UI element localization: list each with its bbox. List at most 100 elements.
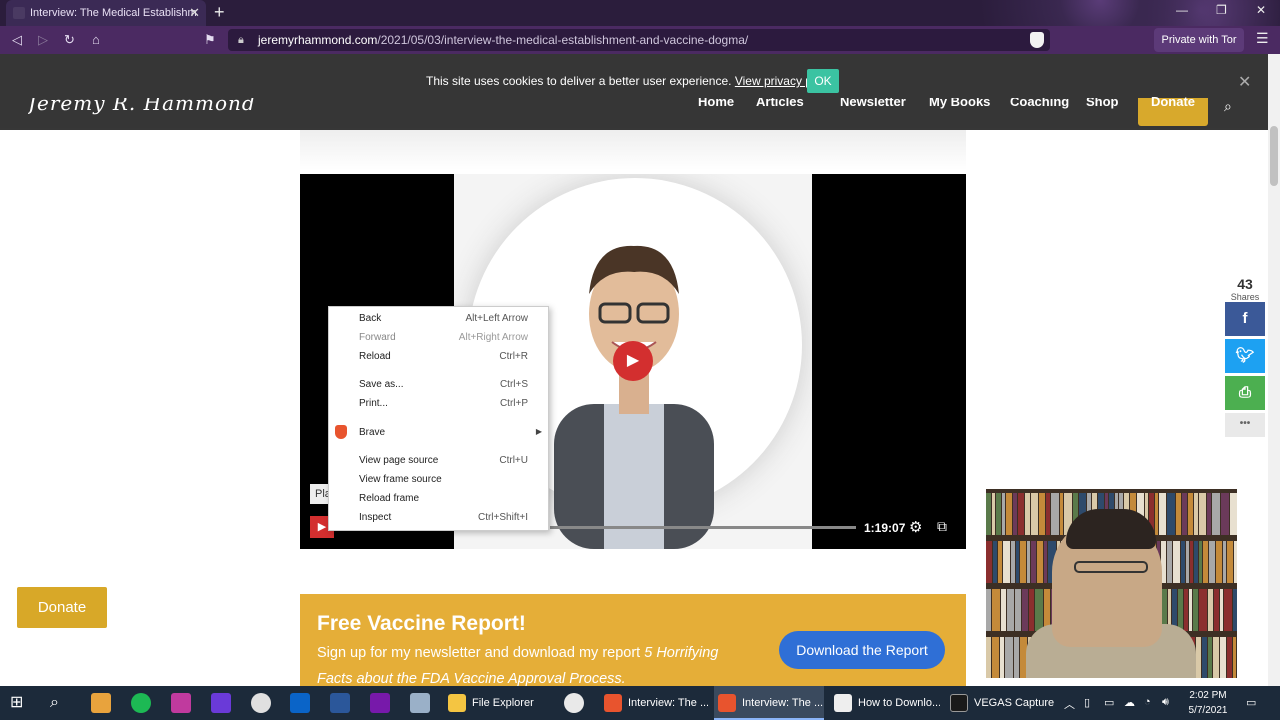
taskbar-brave-2[interactable]: Interview: The ... <box>714 686 824 720</box>
bookmark-icon[interactable]: ⚑ <box>204 32 216 48</box>
onedrive-icon[interactable]: ☁ <box>1124 696 1135 709</box>
new-tab-icon[interactable]: + <box>214 2 225 23</box>
nav-newsletter[interactable]: Newsletter <box>840 98 906 112</box>
book-spine <box>1199 589 1207 631</box>
paint-icon[interactable] <box>91 693 111 713</box>
scrollbar-thumb[interactable] <box>1270 126 1278 186</box>
system-clock[interactable]: 2:02 PM 5/7/2021 <box>1178 688 1238 718</box>
close-window-icon[interactable]: ✕ <box>1256 3 1266 17</box>
popout-icon[interactable]: ⧉ <box>937 518 947 535</box>
nav-shop[interactable]: Shop <box>1086 98 1119 112</box>
back-icon[interactable]: ◁ <box>12 32 22 48</box>
tray-device-icon[interactable]: ▯ <box>1084 696 1090 709</box>
menu-brave[interactable]: Brave <box>359 426 385 440</box>
report-title: Free Vaccine Report! <box>317 612 526 635</box>
menu-forward[interactable]: Forward <box>359 331 396 345</box>
more-share-button[interactable]: ••• <box>1225 413 1265 437</box>
share-counter: 43 Shares <box>1224 276 1266 302</box>
book-spine <box>1223 541 1226 583</box>
clock-date: 5/7/2021 <box>1188 705 1228 716</box>
forward-icon[interactable]: ▷ <box>38 32 48 48</box>
notes-icon[interactable] <box>410 693 430 713</box>
book-spine <box>1207 493 1211 535</box>
nav-my-books[interactable]: My Books <box>929 98 990 112</box>
book-spine <box>1037 541 1043 583</box>
private-tor-badge[interactable]: Private with Tor <box>1154 28 1244 52</box>
notification-icon[interactable]: ▭ <box>1246 696 1256 709</box>
taskbar-medium[interactable]: How to Downlo... <box>830 686 940 720</box>
book-spine <box>1208 589 1213 631</box>
menu-view-page-source[interactable]: View page source <box>359 454 438 468</box>
book-spine <box>1159 493 1166 535</box>
report-text: Sign up for my newsletter and download m… <box>317 640 757 692</box>
facebook-share-button[interactable]: f <box>1225 302 1265 336</box>
tray-chevron-icon[interactable]: ︿ <box>1064 696 1075 712</box>
address-bar[interactable]: 🔒︎ jeremyrhammond.com/2021/05/03/intervi… <box>228 29 1050 51</box>
outlook-icon[interactable] <box>290 693 310 713</box>
book-spine <box>1233 589 1237 631</box>
book-spine <box>1189 589 1192 631</box>
download-report-button[interactable]: Download the Report <box>779 631 945 669</box>
video-duration: 1:19:07 <box>864 521 906 535</box>
menu-save-as[interactable]: Save as... <box>359 378 403 392</box>
windows-start-icon[interactable]: ⊞ <box>10 693 30 713</box>
amazon-music-icon[interactable] <box>211 693 231 713</box>
progress-bar[interactable] <box>550 526 856 529</box>
itunes-icon[interactable] <box>251 693 271 713</box>
header-divider <box>300 130 966 170</box>
battery-icon[interactable]: ▭ <box>1104 696 1114 709</box>
chrome-icon[interactable] <box>564 693 584 713</box>
site-logo[interactable]: Jeremy R. Hammond <box>28 98 256 118</box>
maximize-icon[interactable]: ❐ <box>1216 3 1227 17</box>
webcam-glasses <box>1074 561 1148 573</box>
menu-view-frame-source[interactable]: View frame source <box>359 473 442 487</box>
menu-back[interactable]: Back <box>359 312 381 326</box>
cookie-ok-button[interactable]: OK <box>807 69 839 93</box>
taskbar-app-label: File Explorer <box>472 697 534 709</box>
nav-home[interactable]: Home <box>698 98 734 112</box>
menu-inspect[interactable]: Inspect <box>359 511 391 525</box>
print-share-button[interactable]: ⎙ <box>1225 376 1265 410</box>
onenote-icon[interactable] <box>370 693 390 713</box>
book-spine <box>1167 493 1175 535</box>
menu-print[interactable]: Print... <box>359 397 388 411</box>
reload-icon[interactable]: ↻ <box>64 32 75 48</box>
page-scrollbar[interactable] <box>1268 54 1280 686</box>
book-spine <box>1167 541 1172 583</box>
book-spine <box>1003 541 1010 583</box>
menu-reload-frame[interactable]: Reload frame <box>359 492 419 506</box>
book-spine <box>1176 493 1181 535</box>
book-spine <box>1203 541 1208 583</box>
nav-coaching[interactable]: Coaching <box>1010 98 1069 112</box>
taskbar-brave-1[interactable]: Interview: The ... <box>600 686 708 720</box>
network-icon[interactable]: ◔ <box>1144 696 1151 708</box>
taskbar-file-explorer[interactable]: File Explorer <box>444 686 554 720</box>
search-icon[interactable]: ⌕ <box>1224 98 1232 115</box>
word-icon[interactable] <box>330 693 350 713</box>
app-icon[interactable] <box>171 693 191 713</box>
close-tab-icon[interactable]: ✕ <box>189 0 200 26</box>
brave-shield-icon[interactable] <box>1030 32 1044 48</box>
minimize-icon[interactable]: — <box>1176 3 1188 17</box>
cookie-banner: This site uses cookies to deliver a bett… <box>0 54 1268 130</box>
shortcut-save: Ctrl+S <box>499 379 528 390</box>
twitter-share-button[interactable]: 🐦︎ <box>1225 339 1265 373</box>
home-icon[interactable]: ⌂ <box>92 32 100 47</box>
book-spine <box>1020 541 1026 583</box>
volume-icon[interactable]: 🔊︎ <box>1162 696 1169 709</box>
tab-active[interactable]: Interview: The Medical Establishm ✕ <box>6 0 206 26</box>
floating-donate-button[interactable]: Donate <box>17 587 107 628</box>
spotify-icon[interactable] <box>131 693 151 713</box>
gear-icon[interactable]: ⚙ <box>909 518 922 536</box>
play-icon[interactable]: ▶ <box>613 341 653 381</box>
book-spine <box>1188 493 1193 535</box>
book-spine <box>1202 637 1207 678</box>
nav-articles[interactable]: Articles <box>756 98 804 112</box>
taskbar-vegas[interactable]: VEGAS Capture <box>946 686 1056 720</box>
book-spine <box>1005 637 1013 678</box>
cookie-close-icon[interactable]: ✕ <box>1238 72 1251 92</box>
search-taskbar-icon[interactable]: ⌕ <box>50 693 70 713</box>
hamburger-menu-icon[interactable]: ☰ <box>1256 30 1269 47</box>
menu-reload[interactable]: Reload <box>359 350 391 364</box>
nav-donate-button[interactable]: Donate <box>1138 95 1208 126</box>
